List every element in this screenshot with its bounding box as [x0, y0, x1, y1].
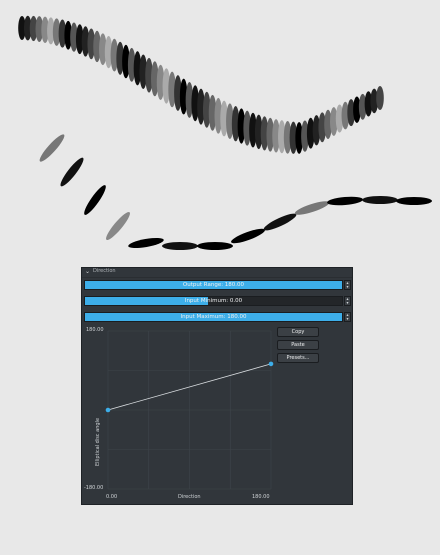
brush-dab [106, 211, 130, 241]
brush-dab [162, 242, 198, 250]
panel-title: Direction [93, 268, 116, 274]
output-range-spin-icon[interactable]: ▴ ▾ [344, 280, 351, 290]
brush-stroke-preview [18, 15, 432, 250]
direction-curve-panel: ⌄ Direction Output Range: 180.00 ▴ ▾ Inpu… [81, 267, 353, 505]
brush-dab [294, 201, 330, 215]
x-max-label: 180.00 [252, 494, 270, 500]
brush-dab [197, 242, 233, 250]
presets-button[interactable]: Presets... [277, 353, 319, 363]
x-min-label: 0.00 [106, 494, 118, 500]
brush-dab [362, 196, 398, 204]
brush-dab [396, 197, 432, 205]
brush-dab [263, 213, 297, 231]
curve-editor: 180.00 -180.00 0.00 Direction 180.00 Ell… [82, 325, 352, 505]
brush-dab [327, 196, 363, 206]
y-max-label: 180.00 [86, 327, 104, 333]
brush-dab [60, 157, 84, 187]
copy-button[interactable]: Copy [277, 327, 319, 337]
input-minimum-slider[interactable]: Input Minimum: 0.00 [84, 296, 343, 306]
input-maximum-label: Input Maximum: 180.00 [180, 314, 247, 320]
brush-dab [84, 185, 106, 215]
output-range-slider[interactable]: Output Range: 180.00 [84, 280, 343, 290]
output-range-label: Output Range: 180.00 [182, 282, 245, 288]
brush-dab [39, 134, 65, 162]
curve-control-point[interactable] [105, 407, 111, 413]
input-maximum-slider[interactable]: Input Maximum: 180.00 [84, 312, 343, 322]
panel-header: ⌄ Direction [82, 268, 352, 278]
input-maximum-spin-icon[interactable]: ▴ ▾ [344, 312, 351, 322]
brush-dab [128, 237, 164, 249]
y-axis-label: Elliptical disc angle [95, 417, 101, 466]
curve-graph[interactable] [82, 325, 352, 505]
input-minimum-label: Input Minimum: 0.00 [184, 298, 243, 304]
brush-dab [231, 228, 265, 244]
brush-dab [376, 86, 384, 110]
paste-button[interactable]: Paste [277, 340, 319, 350]
y-min-label: -180.00 [84, 485, 104, 491]
input-minimum-spin-icon[interactable]: ▴ ▾ [344, 296, 351, 306]
curve-control-point[interactable] [268, 361, 274, 367]
collapse-chevron-icon[interactable]: ⌄ [85, 268, 90, 275]
x-axis-label: Direction [178, 494, 201, 500]
